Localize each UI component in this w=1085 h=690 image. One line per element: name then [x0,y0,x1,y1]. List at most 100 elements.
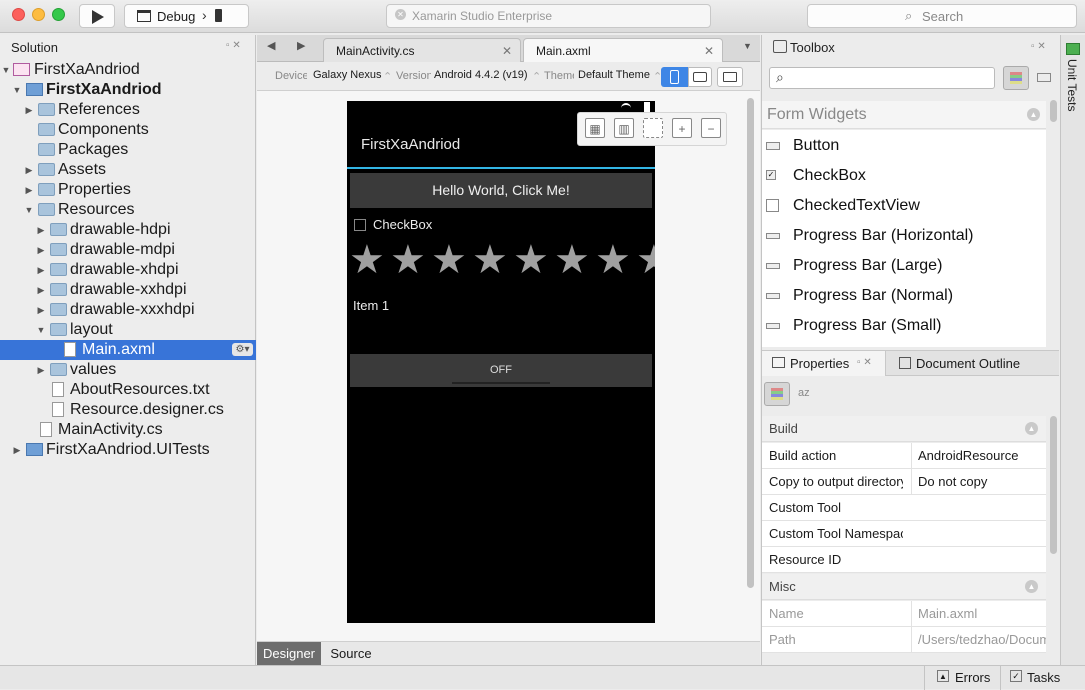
minimize-window-button[interactable] [32,8,45,21]
pin-icon[interactable]: ▫ ✕ [857,357,872,368]
toolbox-item-progress-horizontal[interactable]: Progress Bar (Horizontal) [762,221,1046,251]
zoom-out-icon[interactable]: − [701,118,721,138]
tree-item-assets[interactable]: ▶ Assets [0,160,256,180]
canvas-scrollbar[interactable] [747,98,754,588]
search-box[interactable]: ⌕ Search [807,4,1077,28]
checkbox-box[interactable] [354,219,366,231]
toolbox-category-header[interactable]: Form Widgets ▲ [762,101,1046,129]
device-label: Device [275,70,307,82]
rating-star-icon[interactable]: ★ [513,238,549,282]
grid-icon[interactable]: ▥ [614,118,634,138]
zoom-in-icon[interactable]: + [672,118,692,138]
tree-item-drawable-xxhdpi[interactable]: ▶ drawable-xxhdpi [0,280,256,300]
hello-button[interactable]: Hello World, Click Me! [350,173,652,208]
rating-star-icon[interactable]: ★ [472,238,508,282]
tree-item-components[interactable]: Components [0,120,256,140]
list-item[interactable]: Item 1 [353,298,389,313]
tree-item-main-axml[interactable]: Main.axml ⚙▾ [0,340,256,360]
nav-forward-icon[interactable]: ▶ [297,39,305,52]
property-row[interactable]: Copy to output directory Do not copy [762,469,1046,495]
sort-az-icon[interactable]: az [798,387,810,399]
theme-select[interactable]: Default Theme [578,69,650,81]
zoom-window-button[interactable] [52,8,65,21]
portrait-toggle[interactable] [661,67,688,87]
tab-main-axml[interactable]: Main.axml ✕ [523,38,723,62]
toolbox-scrollbar[interactable] [1050,100,1057,122]
tree-item-layout[interactable]: ▼ layout [0,320,256,340]
rating-star-icon[interactable]: ★ [595,238,631,282]
rating-star-icon[interactable]: ★ [349,238,385,282]
unit-tests-label[interactable]: Unit Tests [1065,59,1079,111]
tree-item-drawable-hdpi[interactable]: ▶ drawable-hdpi [0,220,256,240]
property-row[interactable]: Custom Tool [762,495,1046,521]
tree-item-uitests[interactable]: ▶ FirstXaAndriod.UITests [0,440,256,460]
tree-item-properties[interactable]: ▶ Properties [0,180,256,200]
tab-list-dropdown-icon[interactable]: ▼ [743,41,752,51]
collapse-icon[interactable]: ▲ [1025,580,1038,593]
layout-icon[interactable]: ▦ [585,118,605,138]
property-row[interactable]: Build action AndroidResource [762,443,1046,469]
pin-icon[interactable]: ▫ ✕ [226,40,241,51]
collapse-icon[interactable]: ▲ [1025,422,1038,435]
tab-main-activity[interactable]: MainActivity.cs ✕ [323,38,521,62]
toolbox-item-progress-normal[interactable]: Progress Bar (Normal) [762,281,1046,311]
pin-icon[interactable]: ▫ ✕ [1031,41,1046,52]
toolbox-item-progress-large[interactable]: Progress Bar (Large) [762,251,1046,281]
project-icon [26,443,43,456]
gear-icon[interactable]: ⚙▾ [232,343,253,356]
tree-item-main-activity[interactable]: MainActivity.cs [0,420,256,440]
property-row[interactable]: Resource ID [762,547,1046,573]
rating-star-icon[interactable]: ★ [554,238,590,282]
landscape-toggle[interactable] [688,67,712,87]
collapse-icon[interactable]: ▲ [1027,108,1040,121]
toolbox-search-input[interactable]: ⌕ [769,67,995,89]
categorized-button[interactable] [764,382,790,406]
category-view-button[interactable] [1003,66,1029,90]
unit-tests-icon[interactable] [1066,43,1080,55]
toolbox-item-progress-small[interactable]: Progress Bar (Small) [762,311,1046,341]
tab-source[interactable]: Source [321,642,381,666]
tree-item-solution[interactable]: ▼ FirstXaAndriod [0,60,256,80]
tree-item-drawable-mdpi[interactable]: ▶ drawable-mdpi [0,240,256,260]
build-section-header[interactable]: Build ▲ [762,416,1046,442]
rating-star-icon[interactable]: ★ [431,238,467,282]
close-tab-icon[interactable]: ✕ [502,39,512,63]
tree-item-resources[interactable]: ▼ Resources [0,200,256,220]
tab-document-outline[interactable]: Document Outline [887,351,1059,376]
tree-item-packages[interactable]: Packages [0,140,256,160]
toolbox-item-checkbox[interactable]: ✓ CheckBox [762,161,1046,191]
property-row[interactable]: Name Main.axml [762,601,1046,627]
nav-back-icon[interactable]: ◀ [267,39,275,52]
tasks-button[interactable]: ✓ Tasks [1000,666,1085,690]
configuration-selector[interactable]: Debug › [124,4,249,28]
rating-star-icon[interactable]: ★ [636,238,655,282]
app-title: FirstXaAndriod [361,136,461,153]
toggle-button[interactable]: OFF [350,354,652,387]
errors-button[interactable]: ▲ Errors [924,666,1000,690]
source-toggle[interactable] [717,67,743,87]
list-view-icon[interactable] [1037,73,1051,82]
toolbox-item-button[interactable]: Button [762,131,1046,161]
tree-item-resource-designer[interactable]: Resource.designer.cs [0,400,256,420]
property-row[interactable]: Path/Users/tedzhao/Documents [762,627,1046,653]
tree-item-drawable-xxxhdpi[interactable]: ▶ drawable-xxxhdpi [0,300,256,320]
close-window-button[interactable] [12,8,25,21]
property-row[interactable]: Custom Tool Namespace [762,521,1046,547]
rating-star-icon[interactable]: ★ [390,238,426,282]
fit-icon[interactable] [643,118,663,138]
tree-item-values[interactable]: ▶ values [0,360,256,380]
tab-properties[interactable]: Properties ▫ ✕ [762,351,886,376]
tree-item-about-resources[interactable]: AboutResources.txt [0,380,256,400]
run-button[interactable] [79,4,115,28]
toolbox-item-checkedtextview[interactable]: CheckedTextView [762,191,1046,221]
device-select[interactable]: Galaxy Nexus [313,69,381,81]
folder-icon [50,323,67,336]
misc-section-header[interactable]: Misc ▲ [762,574,1046,600]
tab-designer[interactable]: Designer [257,642,321,666]
close-tab-icon[interactable]: ✕ [704,39,714,63]
tree-item-drawable-xhdpi[interactable]: ▶ drawable-xhdpi [0,260,256,280]
tree-item-references[interactable]: ▶ References [0,100,256,120]
version-select[interactable]: Android 4.4.2 (v19) [434,69,528,81]
tree-item-project[interactable]: ▼ FirstXaAndriod [0,80,256,100]
properties-scrollbar[interactable] [1050,416,1057,554]
